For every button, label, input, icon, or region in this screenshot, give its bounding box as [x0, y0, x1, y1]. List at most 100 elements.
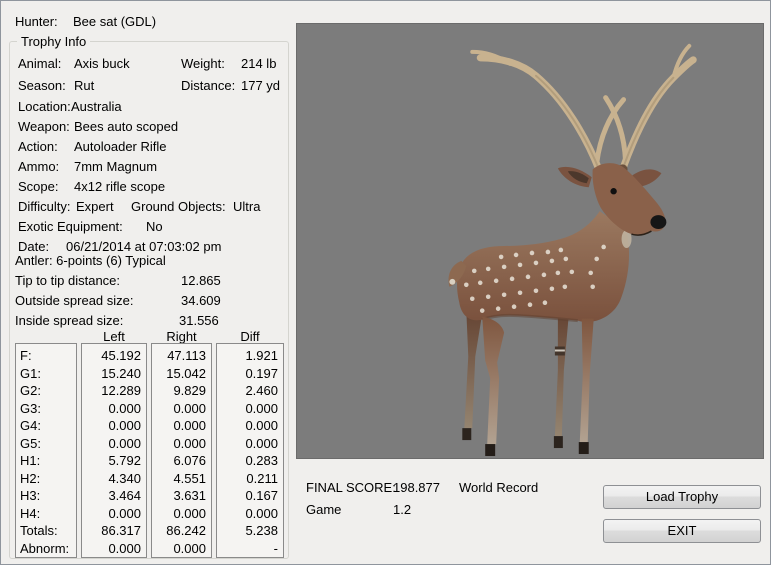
outside-spread-label: Outside spread size:: [15, 293, 134, 308]
distance-label: Distance:: [181, 78, 236, 93]
trophy-info-title: Trophy Info: [17, 34, 91, 49]
measure-right-value: 3.631: [173, 488, 206, 503]
scope-label: Scope:: [18, 179, 59, 194]
measure-diff-value: 0.000: [245, 418, 278, 433]
measure-row-label: G2:: [20, 383, 41, 398]
antlers: [470, 43, 697, 175]
measure-left-value: 0.000: [108, 418, 141, 433]
animal-value: Axis buck: [74, 56, 130, 71]
measure-row-label: H3:: [20, 488, 41, 503]
measure-diff-value: 0.167: [245, 488, 278, 503]
scope-value: 4x12 rifle scope: [74, 179, 166, 194]
measure-diff-value: 0.211: [246, 470, 278, 486]
measure-row-label: G5:: [20, 435, 41, 451]
measure-right-value: 86.242: [166, 523, 206, 538]
measure-row-label: Abnorm:: [20, 540, 70, 556]
measure-right-value: 6.076: [173, 453, 206, 468]
measure-left-value: 15.240: [101, 365, 141, 381]
outside-spread-value: 34.609: [181, 293, 221, 308]
weight-value: 214 lb: [241, 56, 277, 71]
measure-left-value: 0.000: [108, 505, 141, 521]
measure-row-label: H2:: [20, 470, 41, 486]
measure-right-value: 0.000: [173, 505, 206, 521]
measure-diff-value: 0.000: [245, 505, 278, 521]
column-header-diff: Diff: [240, 329, 260, 344]
trophy-viewer-window: Hunter: Bee sat (GDL) Trophy Info Animal…: [0, 0, 771, 565]
weight-label: Weight:: [181, 56, 225, 71]
measure-left-value: 4.340: [108, 470, 141, 486]
measure-diff-box: 1.921 0.197 2.460 0.000 0.000 0.000 0.28…: [216, 343, 284, 558]
trophy-3d-viewport[interactable]: [296, 23, 764, 459]
measure-row-label: H4:: [20, 505, 41, 521]
game-label: Game: [306, 502, 342, 517]
ground-objects-label: Ground Objects:: [131, 199, 226, 214]
measure-right-value: 15.042: [166, 365, 206, 381]
measure-diff-value: 2.460: [245, 383, 278, 398]
final-score-label: FINAL SCORE:: [306, 480, 396, 495]
measure-row-label: G3:: [20, 400, 41, 416]
measure-right-value: 0.000: [173, 540, 206, 556]
final-score-value: 198.877: [393, 480, 440, 495]
axis-buck-render: [448, 43, 697, 457]
exit-button[interactable]: EXIT: [603, 519, 761, 543]
load-trophy-button[interactable]: Load Trophy: [603, 485, 761, 509]
season-label: Season:: [18, 78, 66, 93]
hunter-label: Hunter:: [15, 14, 58, 29]
column-header-right: Right: [166, 329, 197, 344]
action-value: Autoloader Rifle: [74, 139, 167, 154]
measure-diff-value: -: [273, 540, 278, 556]
column-header-left: Left: [103, 329, 125, 344]
measure-left-value: 0.000: [108, 400, 141, 416]
measure-right-value: 4.551: [173, 470, 206, 486]
tip-to-tip-value: 12.865: [181, 273, 221, 288]
exotic-equipment-label: Exotic Equipment:: [18, 219, 123, 234]
weapon-value: Bees auto scoped: [74, 119, 179, 134]
ground-objects-value: Ultra: [233, 199, 261, 214]
measure-diff-value: 1.921: [245, 348, 278, 363]
measure-right-value: 9.829: [173, 383, 206, 398]
measure-labels-box: F: G1: G2: G3: G4: G5: H1: H2: H3: H4: T…: [15, 343, 77, 558]
ammo-label: Ammo:: [18, 159, 60, 174]
measure-row-label: Totals:: [20, 523, 58, 538]
weapon-label: Weapon:: [18, 119, 70, 134]
measure-left-value: 0.000: [108, 435, 141, 451]
action-label: Action:: [18, 139, 58, 154]
ammo-value: 7mm Magnum: [74, 159, 158, 174]
inside-spread-label: Inside spread size:: [15, 313, 124, 328]
measure-diff-value: 0.000: [245, 435, 278, 451]
distance-value: 177 yd: [241, 78, 281, 93]
tip-to-tip-label: Tip to tip distance:: [15, 273, 121, 288]
measure-diff-value: 0.000: [245, 400, 278, 416]
measure-diff-value: 5.238: [245, 523, 278, 538]
animal-label: Animal:: [18, 56, 62, 71]
measure-left-value: 0.000: [108, 540, 141, 556]
difficulty-label: Difficulty:: [18, 199, 71, 214]
world-record-badge: World Record: [459, 480, 539, 495]
location-label: Location:: [18, 99, 71, 114]
measure-row-label: G4:: [20, 418, 41, 433]
measure-diff-value: 0.197: [245, 365, 278, 381]
inside-spread-value: 31.556: [179, 313, 219, 328]
measure-diff-value: 0.283: [245, 453, 278, 468]
season-value: Rut: [74, 78, 95, 93]
measure-left-value: 3.464: [108, 488, 141, 503]
measure-right-value: 47.113: [167, 348, 206, 363]
measure-left-value: 45.192: [101, 348, 141, 363]
measure-row-label: H1:: [20, 453, 41, 468]
measure-right-box: 47.113 15.042 9.829 0.000 0.000 0.000 6.…: [151, 343, 212, 558]
measure-left-box: 45.192 15.240 12.289 0.000 0.000 0.000 5…: [81, 343, 147, 558]
date-label: Date:: [18, 239, 50, 254]
hunter-value: Bee sat (GDL): [73, 14, 157, 29]
measure-left-value: 86.317: [101, 523, 141, 538]
game-version: 1.2: [393, 502, 412, 517]
measure-right-value: 0.000: [173, 435, 206, 451]
exotic-equipment-value: No: [146, 219, 163, 234]
measure-right-value: 0.000: [173, 400, 206, 416]
measure-row-label: F:: [20, 348, 32, 363]
date-value: 06/21/2014 at 07:03:02 pm: [66, 239, 222, 254]
measure-left-value: 12.289: [101, 383, 141, 398]
difficulty-value: Expert: [76, 199, 114, 214]
measure-left-value: 5.792: [108, 453, 141, 468]
location-value: Australia: [71, 99, 122, 114]
measure-right-value: 0.000: [173, 418, 206, 433]
